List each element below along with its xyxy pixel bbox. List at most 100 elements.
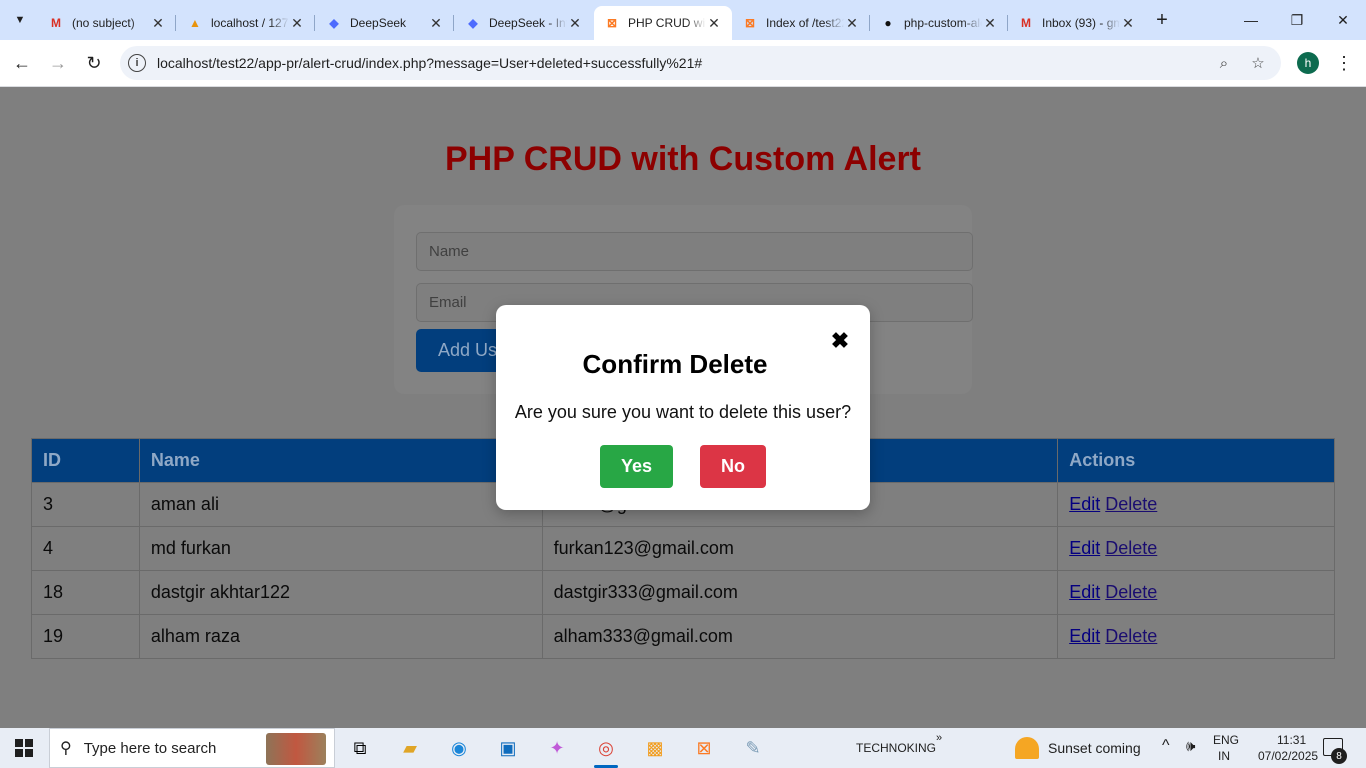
outlook-icon[interactable]: ▣ [488,732,528,764]
column-header-name: Name [138,438,543,483]
cell-email: furkan123@gmail.com [541,526,1059,571]
window-close-icon[interactable]: ✕ [1320,0,1366,40]
cell-email: dastgir333@gmail.com [541,570,1059,615]
tab-title: PHP CRUD with Custom Alert [628,16,706,30]
search-icon: ⚲ [60,740,72,757]
chrome-icon[interactable]: ◎ [586,732,626,768]
tab-close-icon[interactable]: ✕ [567,15,583,31]
delete-link[interactable]: Delete [1105,538,1157,558]
table-row: 19 alham raza alham333@gmail.com Edit De… [31,614,1335,659]
tab-title: DeepSeek [350,16,407,30]
tab-close-icon[interactable]: ✕ [150,15,166,31]
tab-close-icon[interactable]: ✕ [844,15,860,31]
clock-date[interactable]: 07/02/2025 [1258,749,1318,763]
browser-menu-icon[interactable]: ⋮ [1334,52,1354,74]
tab-close-icon[interactable]: ✕ [982,15,998,31]
taskbar-search-placeholder: Type here to search [83,739,217,757]
tab-close-icon[interactable]: ✕ [1120,15,1136,31]
edit-link[interactable]: Edit [1069,582,1100,602]
paint-icon[interactable]: ✎ [733,732,773,764]
weather-text[interactable]: Sunset coming [1048,740,1141,756]
cell-name: alham raza [138,614,543,659]
cell-name: aman ali [138,482,543,527]
browser-tab-6[interactable]: ⊠ Index of /test22 ✕ [732,6,870,40]
tray-username: TECHNOKING [856,741,937,755]
page-title: PHP CRUD with Custom Alert [444,140,922,178]
browser-tab-1[interactable]: M (no subject) ✕ [38,6,176,40]
xampp-icon: ⊠ [744,16,756,30]
delete-link[interactable]: Delete [1105,494,1157,514]
address-bar[interactable]: i localhost/test22/app-pr/alert-crud/ind… [120,46,1281,80]
language-top[interactable]: ENG [1213,733,1239,747]
delete-link[interactable]: Delete [1105,626,1157,646]
tab-title: Inbox (93) - gmail [1042,16,1120,30]
modal-title: Confirm Delete [582,349,768,379]
back-arrow-icon[interactable]: ← [9,50,35,76]
start-button[interactable] [0,728,48,768]
reload-icon[interactable]: ↻ [81,50,107,76]
name-input[interactable]: Name [416,232,973,271]
address-url[interactable]: localhost/test22/app-pr/alert-crud/index… [157,55,702,71]
browser-tab-3[interactable]: ◆ DeepSeek ✕ [316,6,454,40]
xampp-icon[interactable]: ⊠ [684,732,724,764]
forward-arrow-icon[interactable]: → [45,50,71,76]
show-hidden-icons-chevron-icon[interactable]: ^ [1162,737,1170,755]
notification-count-badge: 8 [1331,748,1347,764]
search-highlight-image [266,733,326,765]
cell-id: 18 [31,570,140,615]
weather-sun-icon[interactable] [1015,737,1039,759]
site-info-icon[interactable]: i [128,54,146,72]
new-tab-plus-icon[interactable]: + [1150,8,1174,32]
windows-taskbar: ⚲ Type here to search ⧉ ▰ ◉ ▣ ✦ ◎ ▩ ⊠ ✎ … [0,728,1366,768]
tab-close-icon[interactable]: ✕ [289,15,305,31]
bookmark-star-icon[interactable]: ☆ [1248,53,1268,73]
browser-tab-5-active[interactable]: ⊠ PHP CRUD with Custom Alert ✕ [594,6,732,40]
deepseek-icon: ◆ [329,16,339,30]
windows-logo-icon [15,739,33,757]
tab-title: php-custom-alert [904,16,982,30]
tab-title: localhost / 127.0.0.1 [211,16,289,30]
delete-link[interactable]: Delete [1105,582,1157,602]
zoom-magnifier-icon[interactable]: ⌕ [1214,53,1234,73]
cell-name: md furkan [138,526,543,571]
deepseek-icon: ◆ [468,16,478,30]
tab-search-chevron-icon[interactable]: ▼ [8,8,32,32]
tab-close-icon[interactable]: ✕ [428,15,444,31]
volume-icon[interactable]: 🕪 [1186,738,1195,755]
confirm-delete-modal: ✖ Confirm Delete Are you sure you want t… [496,305,870,510]
cell-email: alham333@gmail.com [541,614,1059,659]
cell-actions: Edit Delete [1057,614,1335,659]
clock-time[interactable]: 11:31 [1277,733,1306,747]
task-view-icon[interactable]: ⧉ [340,732,380,764]
confirm-yes-button[interactable]: Yes [600,445,673,488]
profile-avatar[interactable]: h [1297,52,1319,74]
modal-message: Are you sure you want to delete this use… [514,402,852,422]
cell-actions: Edit Delete [1057,570,1335,615]
cell-name: dastgir akhtar122 [138,570,543,615]
tray-overflow-chevrons-icon[interactable]: » [936,732,942,744]
confirm-no-button[interactable]: No [700,445,766,488]
xampp-icon: ⊠ [606,16,618,30]
tab-title: (no subject) [72,16,135,30]
edit-link[interactable]: Edit [1069,538,1100,558]
minimize-icon[interactable]: — [1228,0,1274,40]
phpmyadmin-icon: ▲ [189,16,201,30]
tab-close-icon[interactable]: ✕ [706,15,722,31]
language-bottom[interactable]: IN [1218,749,1230,763]
edit-link[interactable]: Edit [1069,626,1100,646]
column-header-actions: Actions [1057,438,1335,483]
copilot-icon[interactable]: ✦ [537,732,577,764]
edit-link[interactable]: Edit [1069,494,1100,514]
browser-tab-8[interactable]: M Inbox (93) - gmail ✕ [1008,6,1146,40]
edge-icon[interactable]: ◉ [439,732,479,764]
file-explorer-icon[interactable]: ▰ [390,732,430,764]
sublime-text-icon[interactable]: ▩ [635,732,675,764]
browser-tab-4[interactable]: ◆ DeepSeek - Into the Unknown ✕ [455,6,593,40]
taskbar-search-box[interactable]: ⚲ Type here to search [49,728,335,768]
browser-tab-2[interactable]: ▲ localhost / 127.0.0.1 ✕ [177,6,315,40]
cell-id: 4 [31,526,140,571]
tab-title: DeepSeek - Into the Unknown [489,16,567,30]
restore-icon[interactable]: ❐ [1274,0,1320,40]
browser-tab-7[interactable]: ● php-custom-alert ✕ [870,6,1008,40]
browser-tabstrip: ▼ M (no subject) ✕ ▲ localhost / 127.0.0… [0,0,1366,40]
